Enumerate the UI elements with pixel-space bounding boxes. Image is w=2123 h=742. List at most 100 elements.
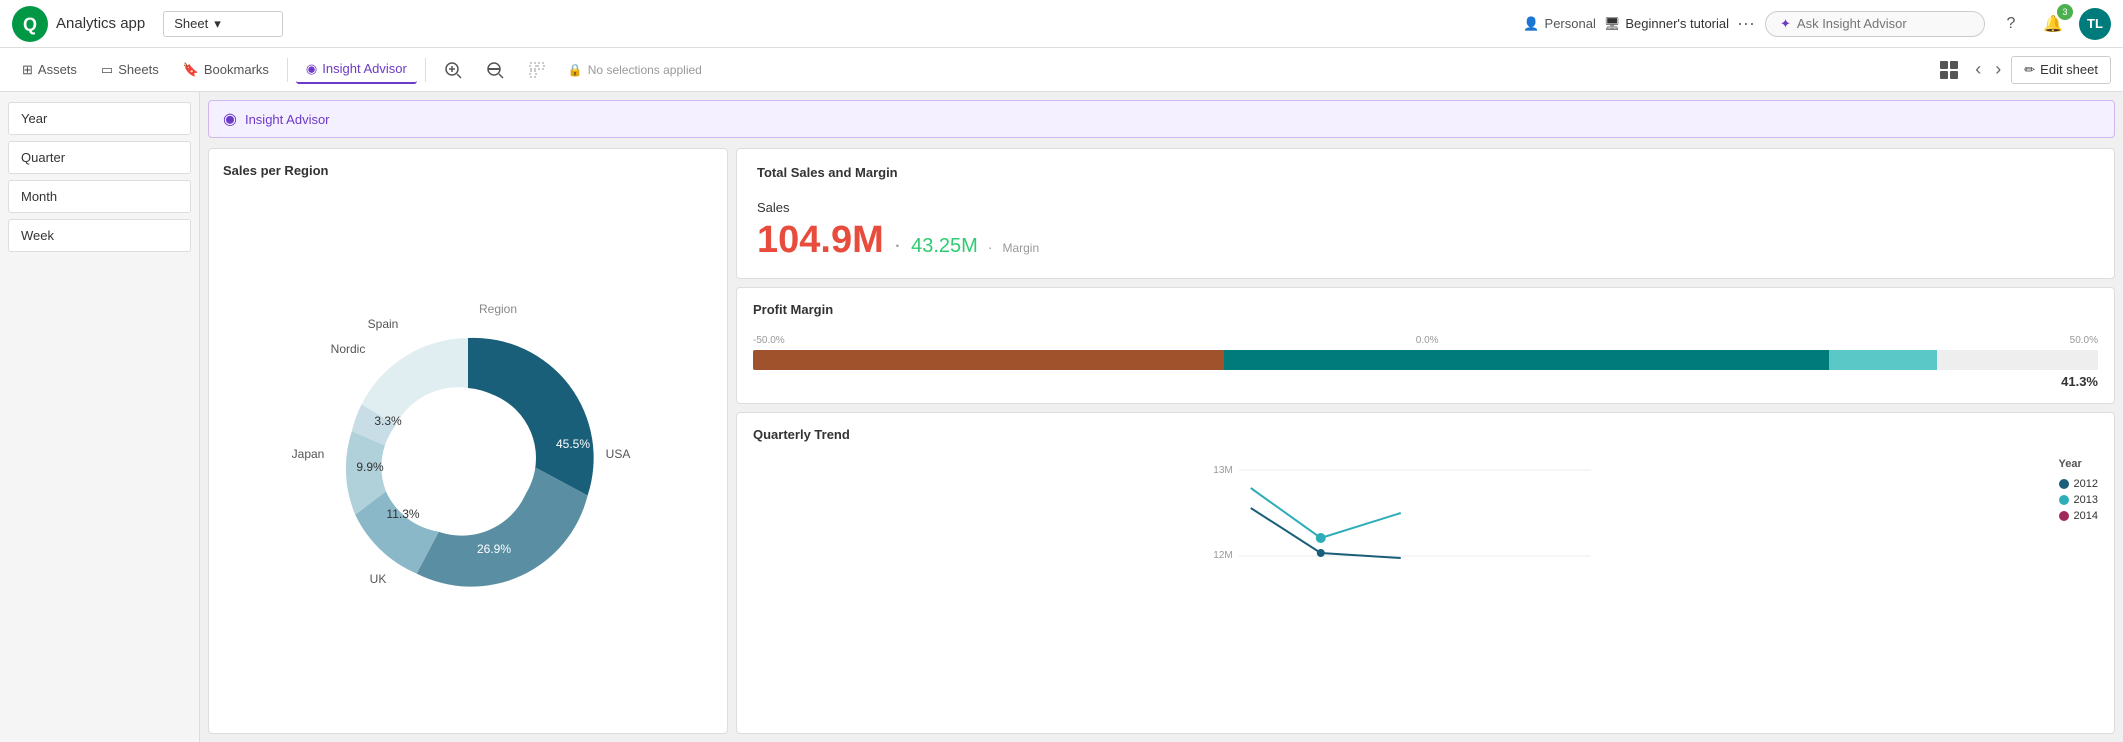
insight-advisor-tab[interactable]: ◉ Insight Advisor	[296, 56, 417, 84]
legend-title: Year	[2059, 458, 2098, 470]
margin-axis-center: 0.0%	[1416, 335, 1439, 346]
pct-spain: 3.3%	[374, 414, 402, 428]
sales-value-row: 104.9M · 43.25M · Margin	[757, 219, 2094, 262]
charts-row: Sales per Region Region Nordic Spain Jap…	[208, 148, 2115, 734]
trend-line-2013	[1251, 488, 1401, 538]
personal-label: Personal	[1545, 16, 1596, 31]
toolbar: ⊞ Assets ▭ Sheets 🔖 Bookmarks ◉ Insight …	[0, 48, 2123, 92]
filter-year[interactable]: Year	[8, 102, 191, 135]
tutorial-button[interactable]: 🖥 Beginner's tutorial	[1604, 16, 1729, 32]
next-sheet-button[interactable]: ›	[1991, 59, 2005, 80]
toolbar-right: ‹ › ✏ Edit sheet	[1933, 54, 2111, 86]
insight-advisor-banner-icon: ◉	[223, 109, 237, 129]
insight-advisor-banner[interactable]: ◉ Insight Advisor	[208, 100, 2115, 138]
filter-quarter[interactable]: Quarter	[8, 141, 191, 174]
filter-month-label: Month	[21, 189, 57, 204]
trend-chart: 13M 12M	[753, 458, 2049, 581]
donut-hole	[400, 390, 536, 526]
insight-search[interactable]: ✦	[1765, 11, 1985, 37]
svg-text:12M: 12M	[1213, 550, 1232, 561]
pct-usa: 45.5%	[556, 437, 590, 451]
main-content: Year Quarter Month Week ◉ Insight Adviso…	[0, 92, 2123, 742]
grid-view-button[interactable]	[1933, 54, 1965, 86]
label-nordic: Nordic	[331, 342, 366, 356]
more-options-button[interactable]: ···	[1737, 13, 1755, 34]
label-japan: Japan	[292, 447, 325, 461]
pct-uk: 26.9%	[477, 542, 511, 556]
filter-week-label: Week	[21, 228, 54, 243]
top-bar-center: 👤 Personal 🖥 Beginner's tutorial ···	[1523, 13, 1755, 34]
toolbar-separator	[287, 58, 288, 82]
lock-icon: 🔒	[568, 63, 583, 77]
qlik-logo-icon: Q	[12, 6, 48, 42]
personal-button[interactable]: 👤 Personal	[1523, 16, 1596, 32]
svg-text:13M: 13M	[1213, 465, 1232, 476]
zoom-in-btn[interactable]	[434, 56, 472, 84]
top-icons: ? 🔔 3 TL	[1995, 8, 2111, 40]
sparkle-icon: ✦	[1780, 16, 1791, 32]
assets-tab[interactable]: ⊞ Assets	[12, 57, 87, 83]
legend-label-2013: 2013	[2074, 494, 2098, 506]
legend-2013: 2013	[2059, 494, 2098, 506]
insight-icon: ◉	[306, 61, 317, 77]
prev-sheet-button[interactable]: ‹	[1971, 59, 1985, 80]
legend-2012: 2012	[2059, 478, 2098, 490]
sheet-dropdown[interactable]: Sheet ▾	[163, 11, 283, 37]
sheets-label: Sheets	[118, 62, 158, 77]
total-sales-card: Total Sales and Margin Sales 104.9M · 43…	[736, 148, 2115, 279]
legend-dot-2013	[2059, 495, 2069, 505]
toolbar-separator2	[425, 58, 426, 82]
donut-chart: Region Nordic Spain Japan UK USA	[228, 273, 708, 633]
bookmarks-label: Bookmarks	[204, 62, 269, 77]
assets-label: Assets	[38, 62, 77, 77]
sheets-icon: ▭	[101, 62, 113, 78]
bookmarks-tab[interactable]: 🔖 Bookmarks	[173, 57, 279, 83]
insight-search-input[interactable]	[1797, 16, 1957, 31]
margin-axis: -50.0% 0.0% 50.0%	[753, 335, 2098, 346]
sheets-tab[interactable]: ▭ Sheets	[91, 57, 169, 83]
right-column: Total Sales and Margin Sales 104.9M · 43…	[736, 148, 2115, 734]
charts-area: ◉ Insight Advisor Sales per Region Regio…	[200, 92, 2123, 742]
filter-quarter-label: Quarter	[21, 150, 65, 165]
notification-badge: 3	[2057, 4, 2073, 20]
trend-dot-2013	[1316, 533, 1326, 543]
profit-margin-title: Profit Margin	[753, 302, 2098, 317]
monitor-icon: 🖥	[1604, 16, 1621, 32]
trend-legend: Year 2012 2013 2014	[2059, 458, 2098, 581]
zoom-in-icon	[444, 61, 462, 79]
legend-2014: 2014	[2059, 510, 2098, 522]
region-legend-title: Region	[479, 302, 517, 316]
profit-margin-card: Profit Margin -50.0% 0.0% 50.0% 41.3%	[736, 287, 2115, 404]
margin-bar-area: -50.0% 0.0% 50.0% 41.3%	[753, 335, 2098, 389]
edit-sheet-button[interactable]: ✏ Edit sheet	[2011, 56, 2111, 84]
edit-icon: ✏	[2024, 62, 2035, 78]
sales-per-region-card: Sales per Region Region Nordic Spain Jap…	[208, 148, 728, 734]
total-sales-title: Total Sales and Margin	[757, 165, 2094, 180]
help-button[interactable]: ?	[1995, 8, 2027, 40]
edit-sheet-label: Edit sheet	[2040, 62, 2098, 77]
tutorial-label: Beginner's tutorial	[1625, 16, 1729, 31]
pct-japan: 11.3%	[386, 507, 419, 521]
selection-btn[interactable]	[518, 56, 556, 84]
filter-week[interactable]: Week	[8, 219, 191, 252]
quarterly-trend-title: Quarterly Trend	[753, 427, 2098, 442]
legend-label-2014: 2014	[2074, 510, 2098, 522]
assets-icon: ⊞	[22, 62, 33, 78]
legend-dot-2012	[2059, 479, 2069, 489]
filter-month[interactable]: Month	[8, 180, 191, 213]
margin-bar-track	[753, 350, 2098, 370]
margin-bar-positive2	[1829, 350, 1937, 370]
zoom-out-btn[interactable]	[476, 56, 514, 84]
donut-container: Region Nordic Spain Japan UK USA	[223, 186, 713, 719]
legend-dot-2014	[2059, 511, 2069, 521]
avatar[interactable]: TL	[2079, 8, 2111, 40]
sales-per-region-title: Sales per Region	[223, 163, 713, 178]
svg-text:Q: Q	[23, 14, 37, 34]
trend-line-2012	[1251, 508, 1401, 558]
selection-icon	[528, 61, 546, 79]
trend-dot-2012	[1317, 549, 1325, 557]
insight-advisor-banner-text: Insight Advisor	[245, 112, 330, 127]
quarterly-trend-card: Quarterly Trend 13M 12M	[736, 412, 2115, 734]
margin-value: 41.3%	[753, 374, 2098, 389]
margin-axis-left: -50.0%	[753, 335, 785, 346]
